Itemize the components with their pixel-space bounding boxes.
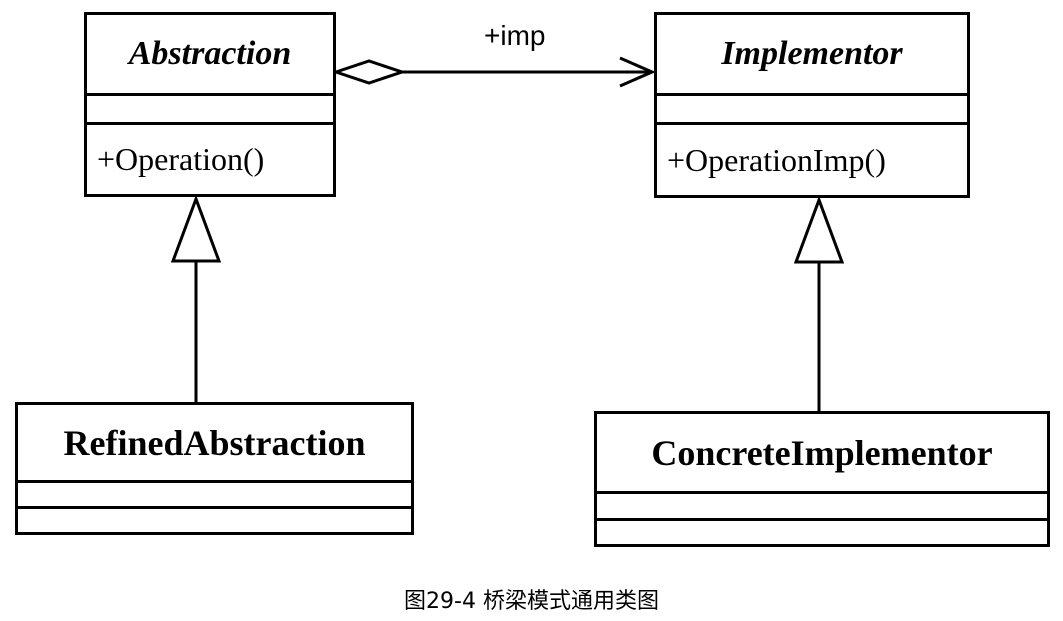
class-name-compartment: RefinedAbstraction [18,405,411,483]
class-name-compartment: Abstraction [87,15,333,96]
class-name: RefinedAbstraction [63,422,366,463]
operations-compartment: +OperationImp() [657,125,967,195]
generalization-triangle-left [170,194,222,263]
figure-caption: 图29-4 桥梁模式通用类图 [404,589,659,614]
attributes-compartment [87,96,333,125]
class-abstraction: Abstraction +Operation() [84,12,336,197]
class-name: ConcreteImplementor [651,432,993,473]
class-name-compartment: Implementor [657,15,967,96]
operations-compartment [18,509,411,532]
aggregation-diamond [331,59,407,85]
attributes-compartment [597,494,1047,521]
attributes-compartment [657,96,967,125]
class-refined-abstraction: RefinedAbstraction [15,402,414,535]
operations-compartment: +Operation() [87,125,333,194]
class-name: Abstraction [128,35,292,72]
generalization-triangle-right [793,195,845,264]
class-name-compartment: ConcreteImplementor [597,414,1047,494]
association-label: +imp [484,20,546,51]
operation: +Operation() [97,141,265,177]
operations-compartment [597,521,1047,544]
operation: +OperationImp() [667,141,886,178]
class-name: Implementor [721,35,903,72]
class-implementor: Implementor +OperationImp() [654,12,970,198]
attributes-compartment [18,483,411,509]
class-concrete-implementor: ConcreteImplementor [594,411,1050,547]
